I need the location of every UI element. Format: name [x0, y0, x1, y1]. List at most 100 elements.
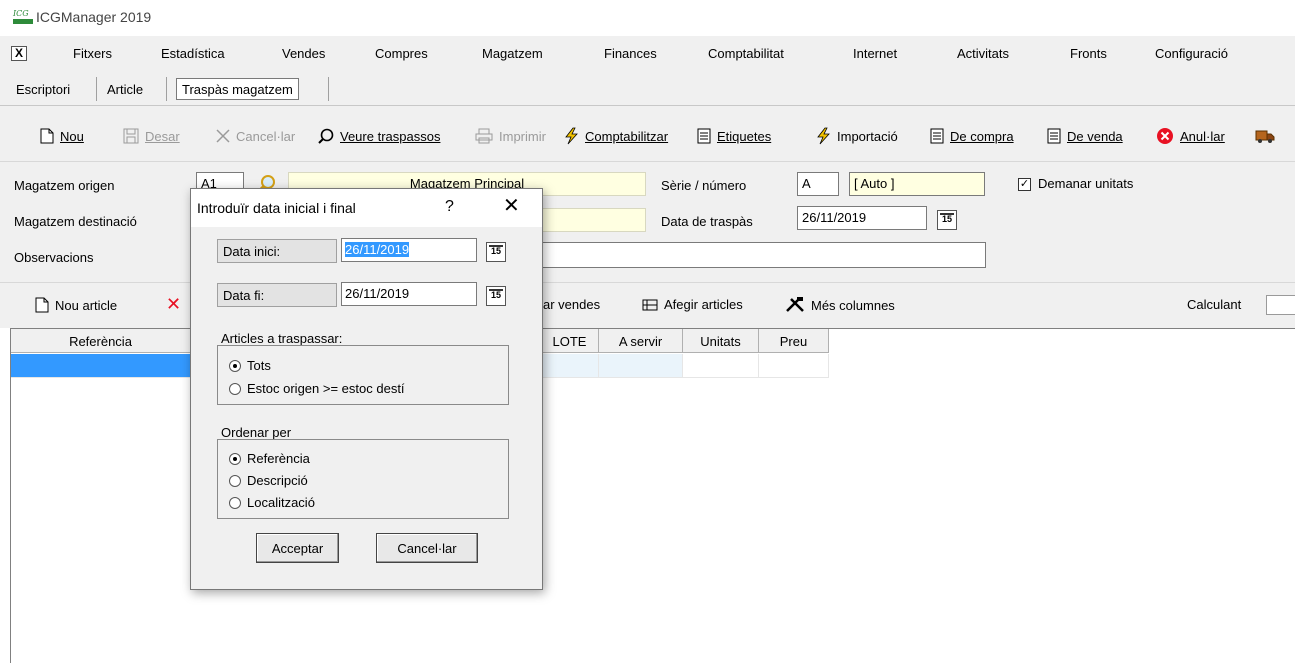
lightning-icon — [817, 127, 830, 145]
veure-traspassos-button[interactable]: Veure traspassos — [318, 126, 440, 146]
menu-finances[interactable]: Finances — [604, 46, 657, 61]
column-header-a-servir[interactable]: A servir — [599, 329, 683, 353]
grid-cell-unitats[interactable] — [683, 354, 759, 378]
help-icon[interactable]: ? — [445, 198, 454, 216]
grid-cell-lote[interactable] — [541, 354, 599, 378]
date-range-dialog: Introduïr data inicial i final ? ✕ Data … — [190, 188, 543, 590]
menu-estadistica[interactable]: Estadística — [161, 46, 225, 61]
afegir-articles-button[interactable]: Afegir articles — [642, 297, 743, 312]
radio-tots-button[interactable] — [229, 359, 241, 372]
menu-comptabilitat[interactable]: Comptabilitat — [708, 46, 784, 61]
column-header-preu[interactable]: Preu — [759, 329, 829, 353]
delete-line-icon[interactable]: ✕ — [166, 294, 181, 315]
radio-localitzacio-button[interactable] — [229, 496, 241, 509]
grid-cell-preu[interactable] — [759, 354, 829, 378]
lightning-icon — [565, 127, 578, 145]
comptabilitzar-button[interactable]: Comptabilitzar — [563, 126, 668, 146]
radio-referencia-button[interactable] — [229, 452, 241, 465]
truck-label-cut — [1281, 129, 1291, 143]
radio-descripcio[interactable]: Descripció — [229, 473, 308, 488]
dialog-title: Introduïr data inicial i final — [197, 200, 356, 216]
grid-cell-a-servir[interactable] — [599, 354, 683, 378]
calendar-icon[interactable]: 15 — [937, 210, 957, 230]
calculant-progress — [1266, 295, 1295, 315]
radio-tots[interactable]: Tots — [229, 358, 271, 373]
radio-estoc-button[interactable] — [229, 382, 241, 395]
close-document-icon[interactable]: X — [11, 46, 27, 61]
menu-activitats[interactable]: Activitats — [957, 46, 1009, 61]
tab-escriptori[interactable]: Escriptori — [16, 78, 70, 100]
observacions-label: Observacions — [14, 250, 94, 265]
radio-descripcio-button[interactable] — [229, 474, 241, 487]
document-icon — [930, 128, 944, 144]
column-header-lote[interactable]: LOTE — [541, 329, 599, 353]
afegir-articles-label: Afegir articles — [664, 297, 743, 312]
radio-referencia[interactable]: Referència — [229, 451, 310, 466]
printer-icon — [475, 128, 493, 144]
cancel-icon — [216, 129, 230, 143]
tab-traspas-magatzem[interactable]: Traspàs magatzem — [176, 78, 299, 100]
menu-configuracio[interactable]: Configuració — [1155, 46, 1228, 61]
window-title: ICGManager 2019 — [36, 9, 152, 25]
radio-tots-label: Tots — [247, 358, 271, 373]
data-inici-value: 26/11/2019 — [345, 242, 410, 257]
magatzem-desti-label: Magatzem destinació — [14, 214, 137, 229]
calendar-icon[interactable]: 15 — [486, 242, 506, 262]
de-compra-label: De compra — [950, 128, 1014, 144]
document-tabs: Escriptori Article Traspàs magatzem — [0, 72, 1295, 106]
nou-article-button[interactable]: Nou article — [35, 297, 117, 313]
etiquetes-button[interactable]: Etiquetes — [697, 126, 771, 146]
menu-internet[interactable]: Internet — [853, 46, 897, 61]
data-inici-field[interactable]: 26/11/2019 — [341, 238, 477, 262]
serie-field[interactable]: A — [797, 172, 839, 196]
desar-button[interactable]: Desar — [123, 126, 180, 146]
grid-cell-referencia[interactable] — [11, 354, 191, 378]
column-header-referencia[interactable]: Referència — [11, 329, 191, 353]
de-venda-button[interactable]: De venda — [1047, 126, 1123, 146]
desar-label: Desar — [145, 128, 180, 144]
calendar-icon[interactable]: 15 — [486, 286, 506, 306]
radio-localitzacio-label: Localització — [247, 495, 315, 510]
svg-text:ICG: ICG — [12, 9, 29, 18]
anular-button[interactable]: Anul·lar — [1156, 126, 1225, 146]
imprimir-label: Imprimir — [499, 128, 546, 144]
tab-divider — [166, 77, 167, 101]
data-traspas-field[interactable]: 26/11/2019 — [797, 206, 927, 230]
menu-fronts[interactable]: Fronts — [1070, 46, 1107, 61]
menu-vendes[interactable]: Vendes — [282, 46, 325, 61]
truck-button[interactable] — [1255, 126, 1291, 146]
radio-estoc[interactable]: Estoc origen >= estoc destí — [229, 381, 405, 396]
tab-article[interactable]: Article — [107, 78, 143, 100]
acceptar-button[interactable]: Acceptar — [256, 533, 339, 563]
column-header-unitats[interactable]: Unitats — [683, 329, 759, 353]
cancelar-dialog-button[interactable]: Cancel·lar — [376, 533, 478, 563]
vendes-button[interactable]: ar vendes — [543, 297, 600, 312]
menu-fitxers[interactable]: Fitxers — [73, 46, 112, 61]
tools-icon — [786, 297, 804, 312]
document-icon — [1047, 128, 1061, 144]
etiquetes-label: Etiquetes — [717, 128, 772, 144]
tab-divider — [328, 77, 329, 101]
close-icon[interactable]: ✕ — [503, 196, 520, 216]
menu-compres[interactable]: Compres — [375, 46, 428, 61]
new-document-icon — [35, 297, 49, 313]
magatzem-origen-label: Magatzem origen — [14, 178, 115, 193]
comptabilitzar-label: Comptabilitzar — [585, 128, 669, 144]
de-compra-button[interactable]: De compra — [930, 126, 1014, 146]
save-icon — [123, 128, 139, 144]
radio-localitzacio[interactable]: Localització — [229, 495, 315, 510]
importacio-button[interactable]: Importació — [815, 126, 898, 146]
serie-numero-label: Sèrie / número — [661, 178, 747, 193]
imprimir-button[interactable]: Imprimir — [475, 126, 546, 146]
menu-magatzem[interactable]: Magatzem — [482, 46, 543, 61]
observacions-field[interactable] — [540, 242, 986, 268]
mes-columnes-button[interactable]: Més columnes — [785, 297, 895, 313]
labels-icon — [697, 128, 711, 144]
nou-button[interactable]: Nou — [40, 126, 84, 146]
data-fi-field[interactable]: 26/11/2019 — [341, 282, 477, 306]
title-bar: ICG ICGManager 2019 — [0, 0, 1295, 36]
radio-referencia-label: Referència — [247, 451, 310, 466]
demanar-unitats-checkbox[interactable]: ✓ — [1018, 178, 1031, 191]
data-traspas-label: Data de traspàs — [661, 214, 753, 229]
cancelar-button[interactable]: Cancel·lar — [216, 126, 295, 146]
